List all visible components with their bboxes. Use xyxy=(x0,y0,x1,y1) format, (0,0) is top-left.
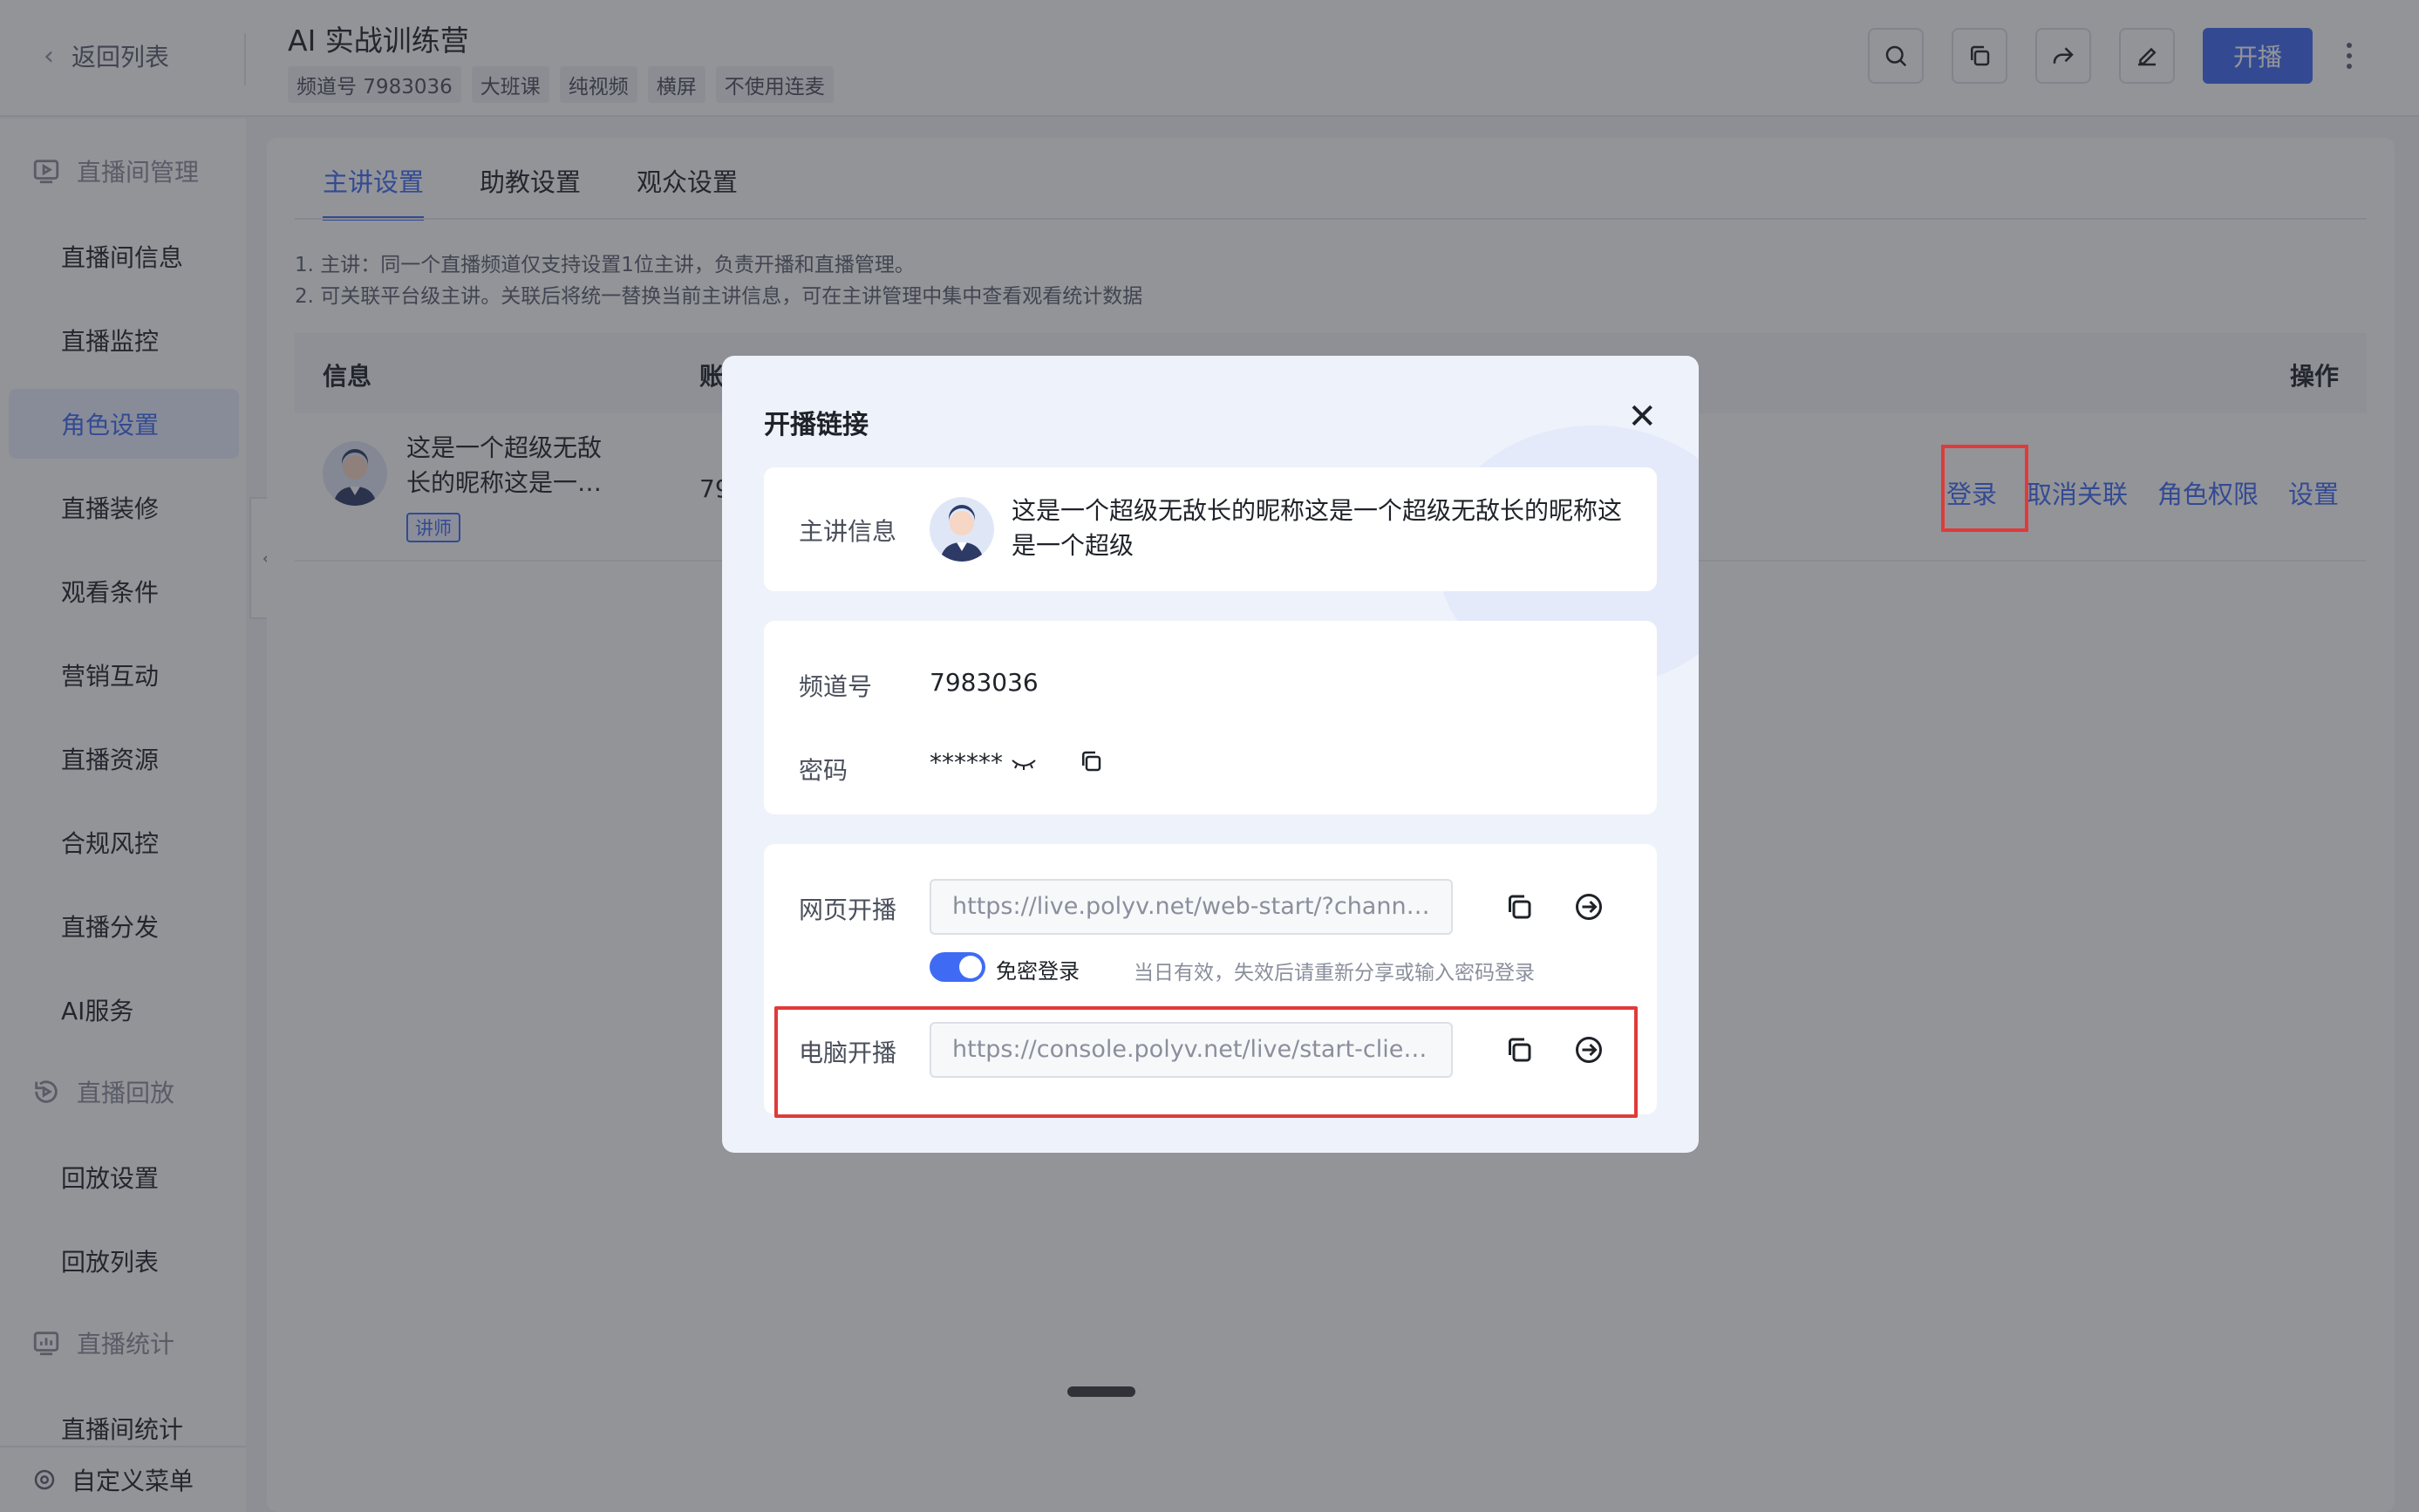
host-info-card: 主讲信息 这是一个超级无敌长的昵称这是一个超级无敌长的昵称这是一个超级 xyxy=(764,467,1657,591)
close-icon[interactable]: ✕ xyxy=(1627,399,1657,434)
copy-web-url-icon[interactable] xyxy=(1503,891,1535,923)
bottom-drag-handle[interactable] xyxy=(1067,1386,1135,1397)
pc-start-highlight-box xyxy=(774,1006,1638,1118)
host-avatar xyxy=(930,497,994,562)
password-free-hint: 当日有效，失效后请重新分享或输入密码登录 xyxy=(1134,962,1535,984)
channel-label: 频道号 xyxy=(799,672,873,701)
host-info-label: 主讲信息 xyxy=(799,517,897,546)
password-free-toggle[interactable] xyxy=(930,952,985,982)
open-web-url-icon[interactable] xyxy=(1573,891,1605,923)
web-start-url-field[interactable]: https://live.polyv.net/web-start/?channe… xyxy=(930,879,1453,935)
login-highlight-box xyxy=(1941,445,2028,532)
host-info-name: 这是一个超级无敌长的昵称这是一个超级无敌长的昵称这是一个超级 xyxy=(1012,496,1623,560)
credentials-card: 频道号 7983036 密码 ****** xyxy=(764,621,1657,814)
modal-title: 开播链接 xyxy=(764,410,869,440)
lecturer-avatar-icon xyxy=(940,505,984,562)
copy-password-icon[interactable] xyxy=(1078,748,1104,774)
web-start-label: 网页开播 xyxy=(799,896,897,924)
eye-closed-icon[interactable] xyxy=(1010,755,1038,773)
password-free-label: 免密登录 xyxy=(996,959,1080,984)
app-page: ‹ 返回列表 AI 实战训练营 频道号 7983036 大班课 纯视频 横屏 不… xyxy=(0,0,2419,1512)
channel-value: 7983036 xyxy=(930,668,1039,697)
password-label: 密码 xyxy=(799,756,848,785)
password-value: ****** xyxy=(930,748,1003,777)
